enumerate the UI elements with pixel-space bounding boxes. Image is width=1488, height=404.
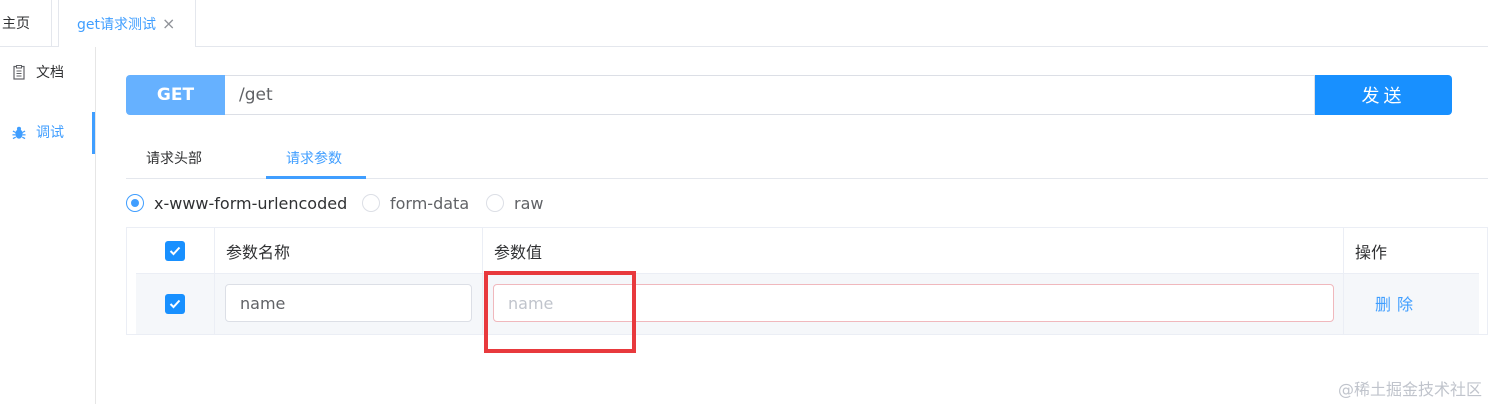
- sidebar-item-docs[interactable]: 文档: [0, 52, 95, 92]
- column-divider: [1343, 228, 1344, 334]
- radio-label: x-www-form-urlencoded: [154, 193, 348, 213]
- sidebar-item-label: 文档: [36, 65, 64, 81]
- tab-active-label: get请求测试: [77, 16, 156, 33]
- checkbox-checked-icon: [165, 294, 185, 314]
- sidebar-active-indicator: [92, 112, 95, 154]
- close-icon[interactable]: ×: [162, 15, 175, 32]
- radio-label: raw: [514, 193, 544, 213]
- tab-request-headers[interactable]: 请求头部: [146, 138, 202, 178]
- url-input[interactable]: /get: [225, 75, 1315, 115]
- sidebar-item-debug[interactable]: 调试: [0, 112, 95, 152]
- select-all-checkbox[interactable]: [165, 228, 185, 273]
- table-header-row: [136, 228, 1479, 274]
- tab-bar: [0, 0, 1488, 47]
- tab-request-params[interactable]: 请求参数: [286, 138, 342, 178]
- watermark: @稀土掘金技术社区: [1337, 380, 1482, 399]
- radio-x-www-form-urlencoded[interactable]: x-www-form-urlencoded: [126, 192, 347, 214]
- sidebar: [0, 47, 96, 404]
- checkbox-checked-icon: [165, 240, 185, 261]
- radio-form-data[interactable]: form-data: [362, 192, 469, 214]
- delete-row-link[interactable]: 删除: [1375, 291, 1419, 315]
- document-icon: [12, 64, 26, 80]
- tab-home-label: 主页: [2, 16, 30, 32]
- param-name-input[interactable]: name: [225, 284, 472, 322]
- tab-get-request-test[interactable]: get请求测试 ×: [58, 0, 196, 47]
- radio-label: form-data: [390, 193, 470, 213]
- tab-home[interactable]: 主页: [0, 0, 52, 46]
- method-select[interactable]: GET: [126, 75, 225, 115]
- row-checkbox[interactable]: [165, 294, 185, 314]
- active-tab-underline: [266, 176, 366, 179]
- bug-icon: [12, 124, 26, 140]
- column-header-param-value: 参数值: [494, 242, 543, 262]
- highlight-annotation-box: [484, 271, 636, 353]
- column-header-param-name: 参数名称: [226, 242, 291, 262]
- column-divider: [482, 228, 483, 334]
- radio-unchecked-icon: [362, 194, 380, 212]
- sidebar-item-label: 调试: [36, 125, 64, 141]
- column-header-action: 操作: [1355, 242, 1388, 262]
- column-divider: [214, 228, 215, 334]
- radio-raw[interactable]: raw: [486, 192, 543, 214]
- radio-checked-icon: [126, 194, 144, 212]
- send-button[interactable]: 发送: [1315, 75, 1452, 115]
- radio-unchecked-icon: [486, 194, 504, 212]
